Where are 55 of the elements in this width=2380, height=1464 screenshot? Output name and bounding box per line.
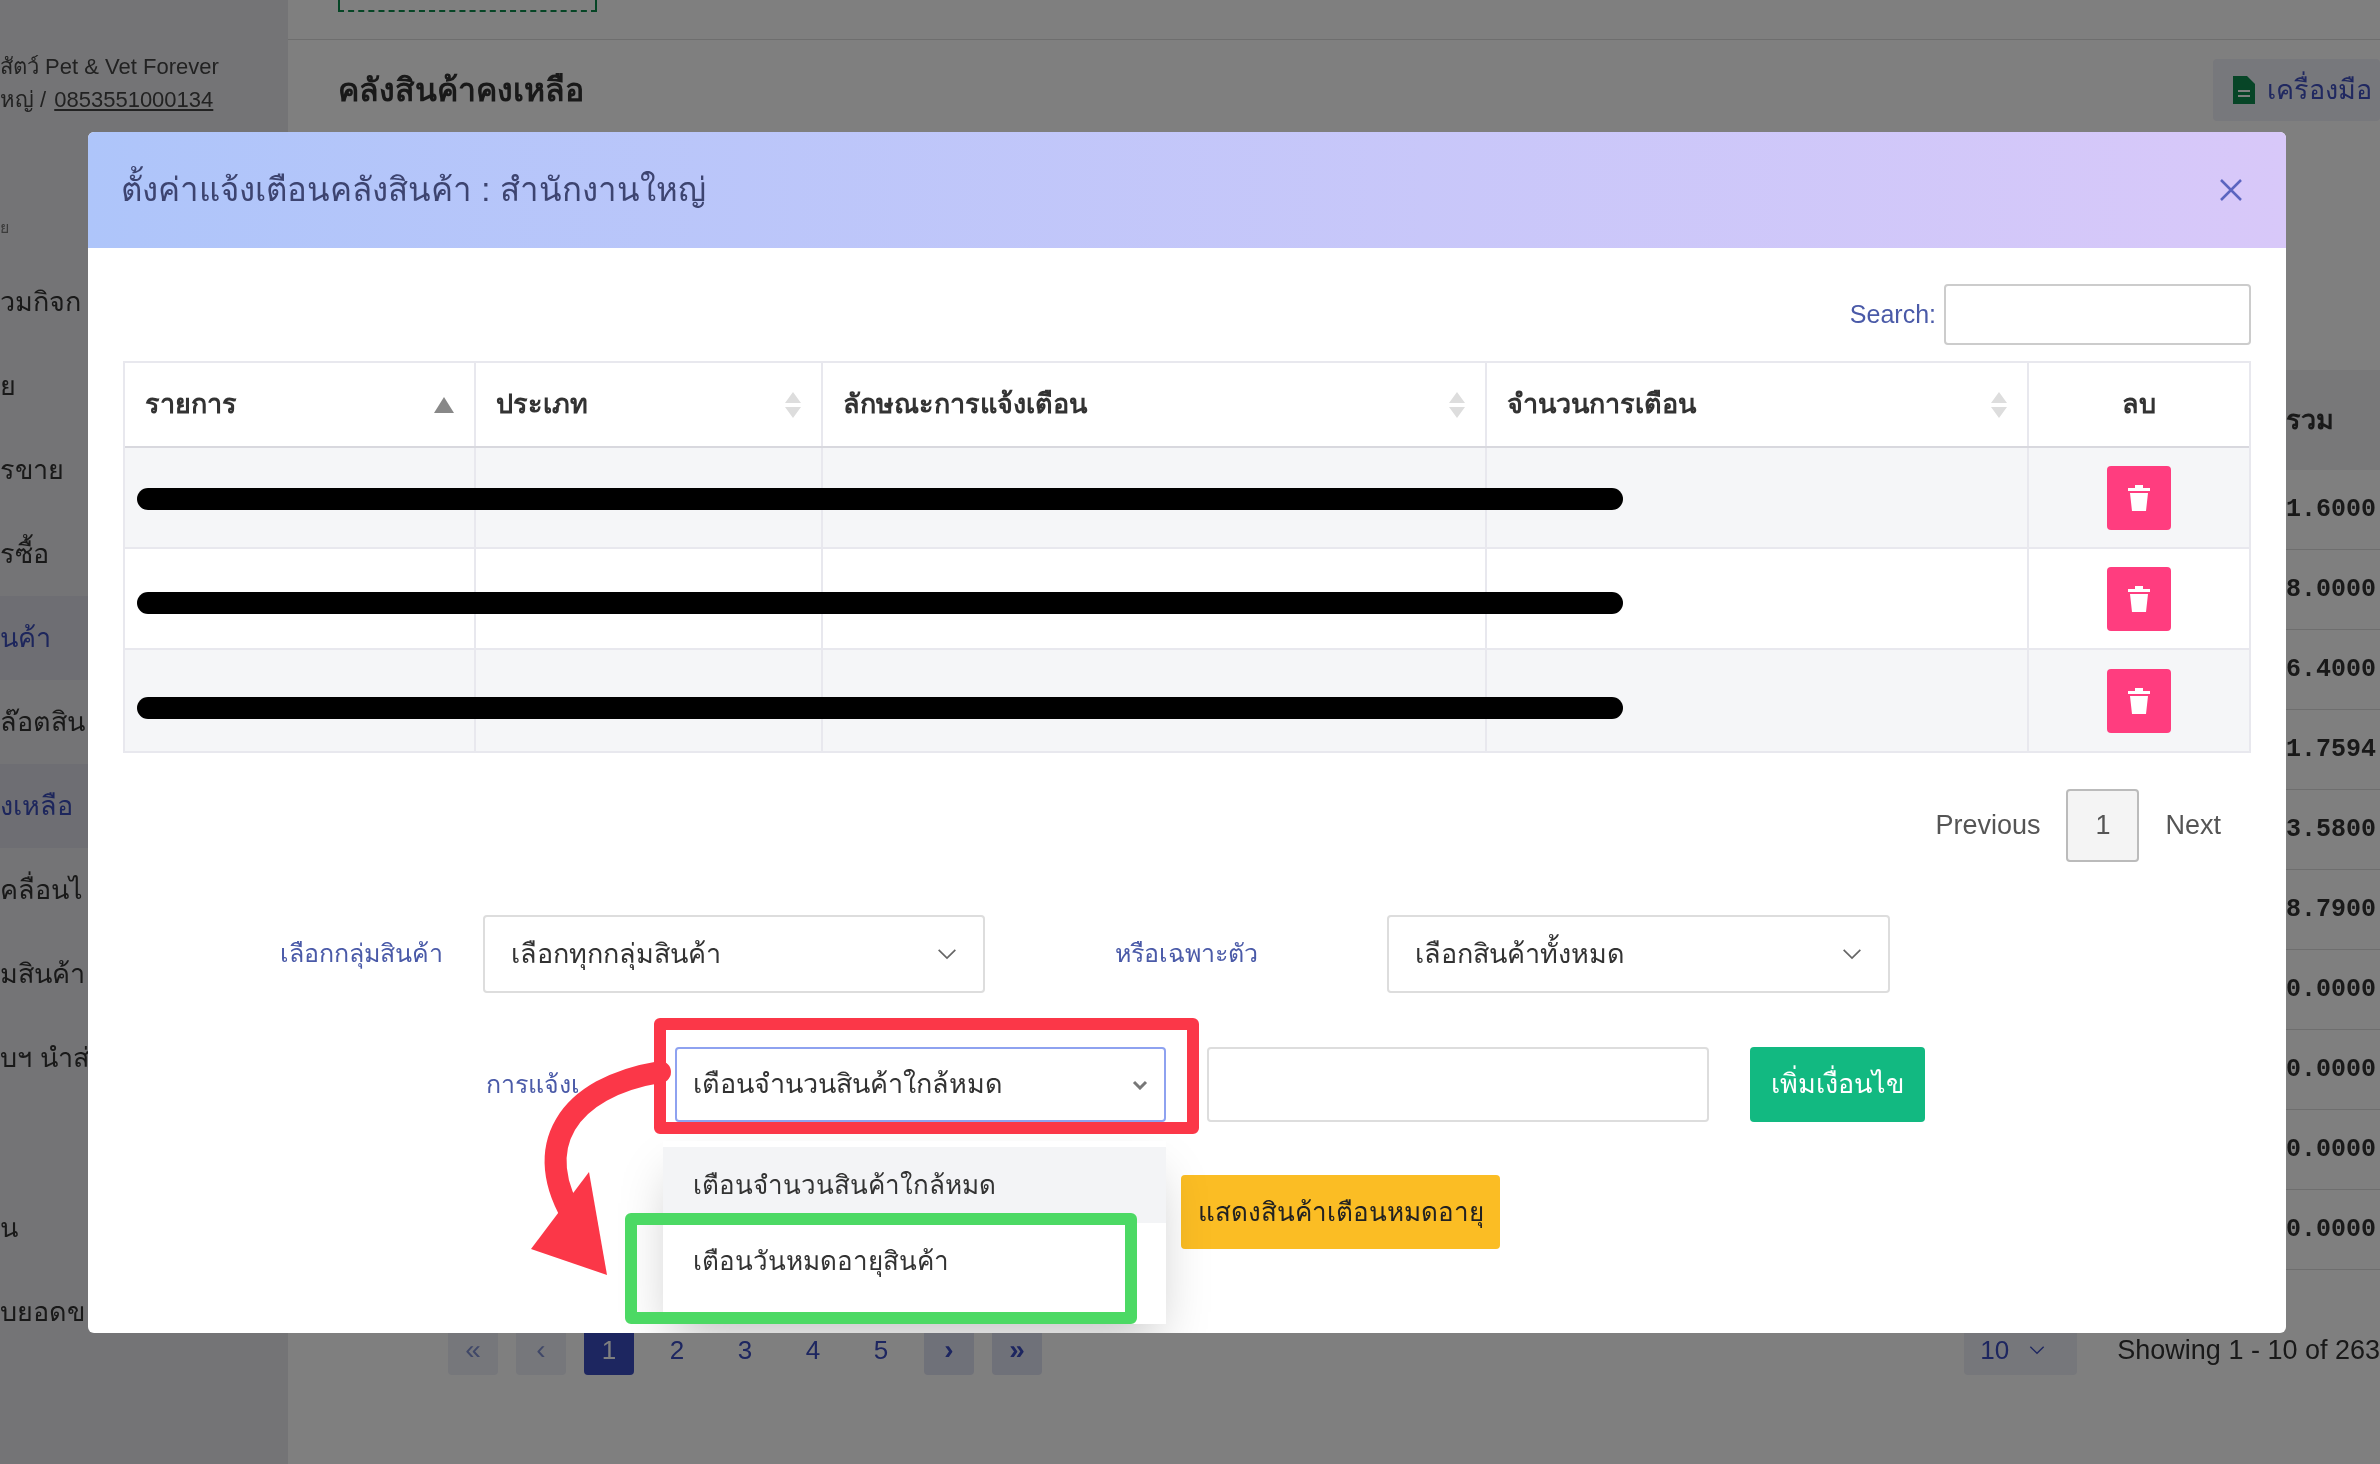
trash-icon: [2128, 687, 2150, 714]
trash-icon: [2128, 585, 2150, 612]
column-header[interactable]: ลักษณะการแจ้งเตือน: [843, 384, 1087, 425]
alert-type-select[interactable]: เตือนจำนวนสินค้าใกล้หมด: [675, 1047, 1166, 1122]
phone-link[interactable]: 0853551000134: [54, 83, 214, 116]
chevron-down-icon: [1132, 1079, 1148, 1090]
page-title: คลังสินค้าคงเหลือ: [338, 71, 584, 110]
chevron-down-icon: [1842, 948, 1862, 960]
modal-title: ตั้งค่าแจ้งเตือนคลังสินค้า : สำนักงานใหญ่: [121, 165, 706, 215]
column-header[interactable]: จำนวนการเตือน: [1507, 384, 1696, 425]
branch-name: หญ่ /: [0, 86, 47, 114]
delete-button[interactable]: [2107, 465, 2171, 530]
document-icon: [2233, 76, 2255, 104]
table-cell-text: 1.7594: [2286, 733, 2376, 766]
page-button[interactable]: 4: [788, 1325, 838, 1375]
showing-text: Showing 1 - 10 of 263: [2117, 1333, 2380, 1367]
table-cell-text: 0.0000: [2286, 1213, 2376, 1246]
column-header: รวม: [2286, 403, 2334, 437]
column-header[interactable]: ประเภท: [496, 384, 588, 425]
field-label: หรือเฉพาะตัว: [1114, 938, 1258, 970]
delete-button[interactable]: [2107, 566, 2171, 631]
trash-icon: [2128, 484, 2150, 511]
chevron-down-icon: [937, 948, 957, 960]
table-cell-text: 1.6000: [2286, 493, 2376, 526]
page-button[interactable]: 2: [652, 1325, 702, 1375]
next-button[interactable]: Next: [2165, 805, 2221, 846]
table-cell-text: 0.0000: [2286, 1133, 2376, 1166]
search-label: Search:: [1849, 298, 1936, 330]
page-button[interactable]: 5: [856, 1325, 906, 1375]
table-cell-text: 0.0000: [2286, 973, 2376, 1006]
page-button[interactable]: 1: [2066, 789, 2140, 862]
section-label: ย: [0, 218, 10, 238]
page-button[interactable]: 3: [720, 1325, 770, 1375]
add-condition-button[interactable]: เพิ่มเงื่อนไข: [1750, 1047, 1925, 1122]
column-header[interactable]: ลบ: [2122, 384, 2156, 425]
table-cell-text: 0.0000: [2286, 1053, 2376, 1086]
shop-name: สัตว์ Pet & Vet Forever: [0, 53, 220, 81]
table-cell-text: 8.7900: [2286, 893, 2376, 926]
show-expiry-button[interactable]: แสดงสินค้าเตือนหมดอายุ: [1181, 1175, 1500, 1249]
table-cell-text: 3.5800: [2286, 813, 2376, 846]
field-label: การแจ้งเ: [486, 1068, 580, 1100]
previous-button[interactable]: Previous: [1935, 805, 2041, 846]
dropdown-option[interactable]: เตือนวันหมดอายุสินค้า: [663, 1223, 1166, 1299]
delete-button[interactable]: [2107, 668, 2171, 733]
tools-button[interactable]: เครื่องมือ: [2213, 59, 2380, 121]
amount-field[interactable]: [1207, 1047, 1709, 1122]
group-select[interactable]: เลือกทุกกลุ่มสินค้า: [483, 915, 985, 993]
product-select[interactable]: เลือกสินค้าทั้งหมด: [1387, 915, 1890, 993]
search-field[interactable]: [1944, 284, 2251, 345]
table-cell-text: 8.0000: [2286, 573, 2376, 606]
column-header[interactable]: รายการ: [145, 384, 237, 425]
chevron-down-icon: [2029, 1345, 2046, 1355]
table-cell-text: 6.4000: [2286, 653, 2376, 686]
close-icon[interactable]: [2219, 178, 2243, 202]
field-label: เลือกกลุ่มสินค้า: [280, 938, 443, 971]
